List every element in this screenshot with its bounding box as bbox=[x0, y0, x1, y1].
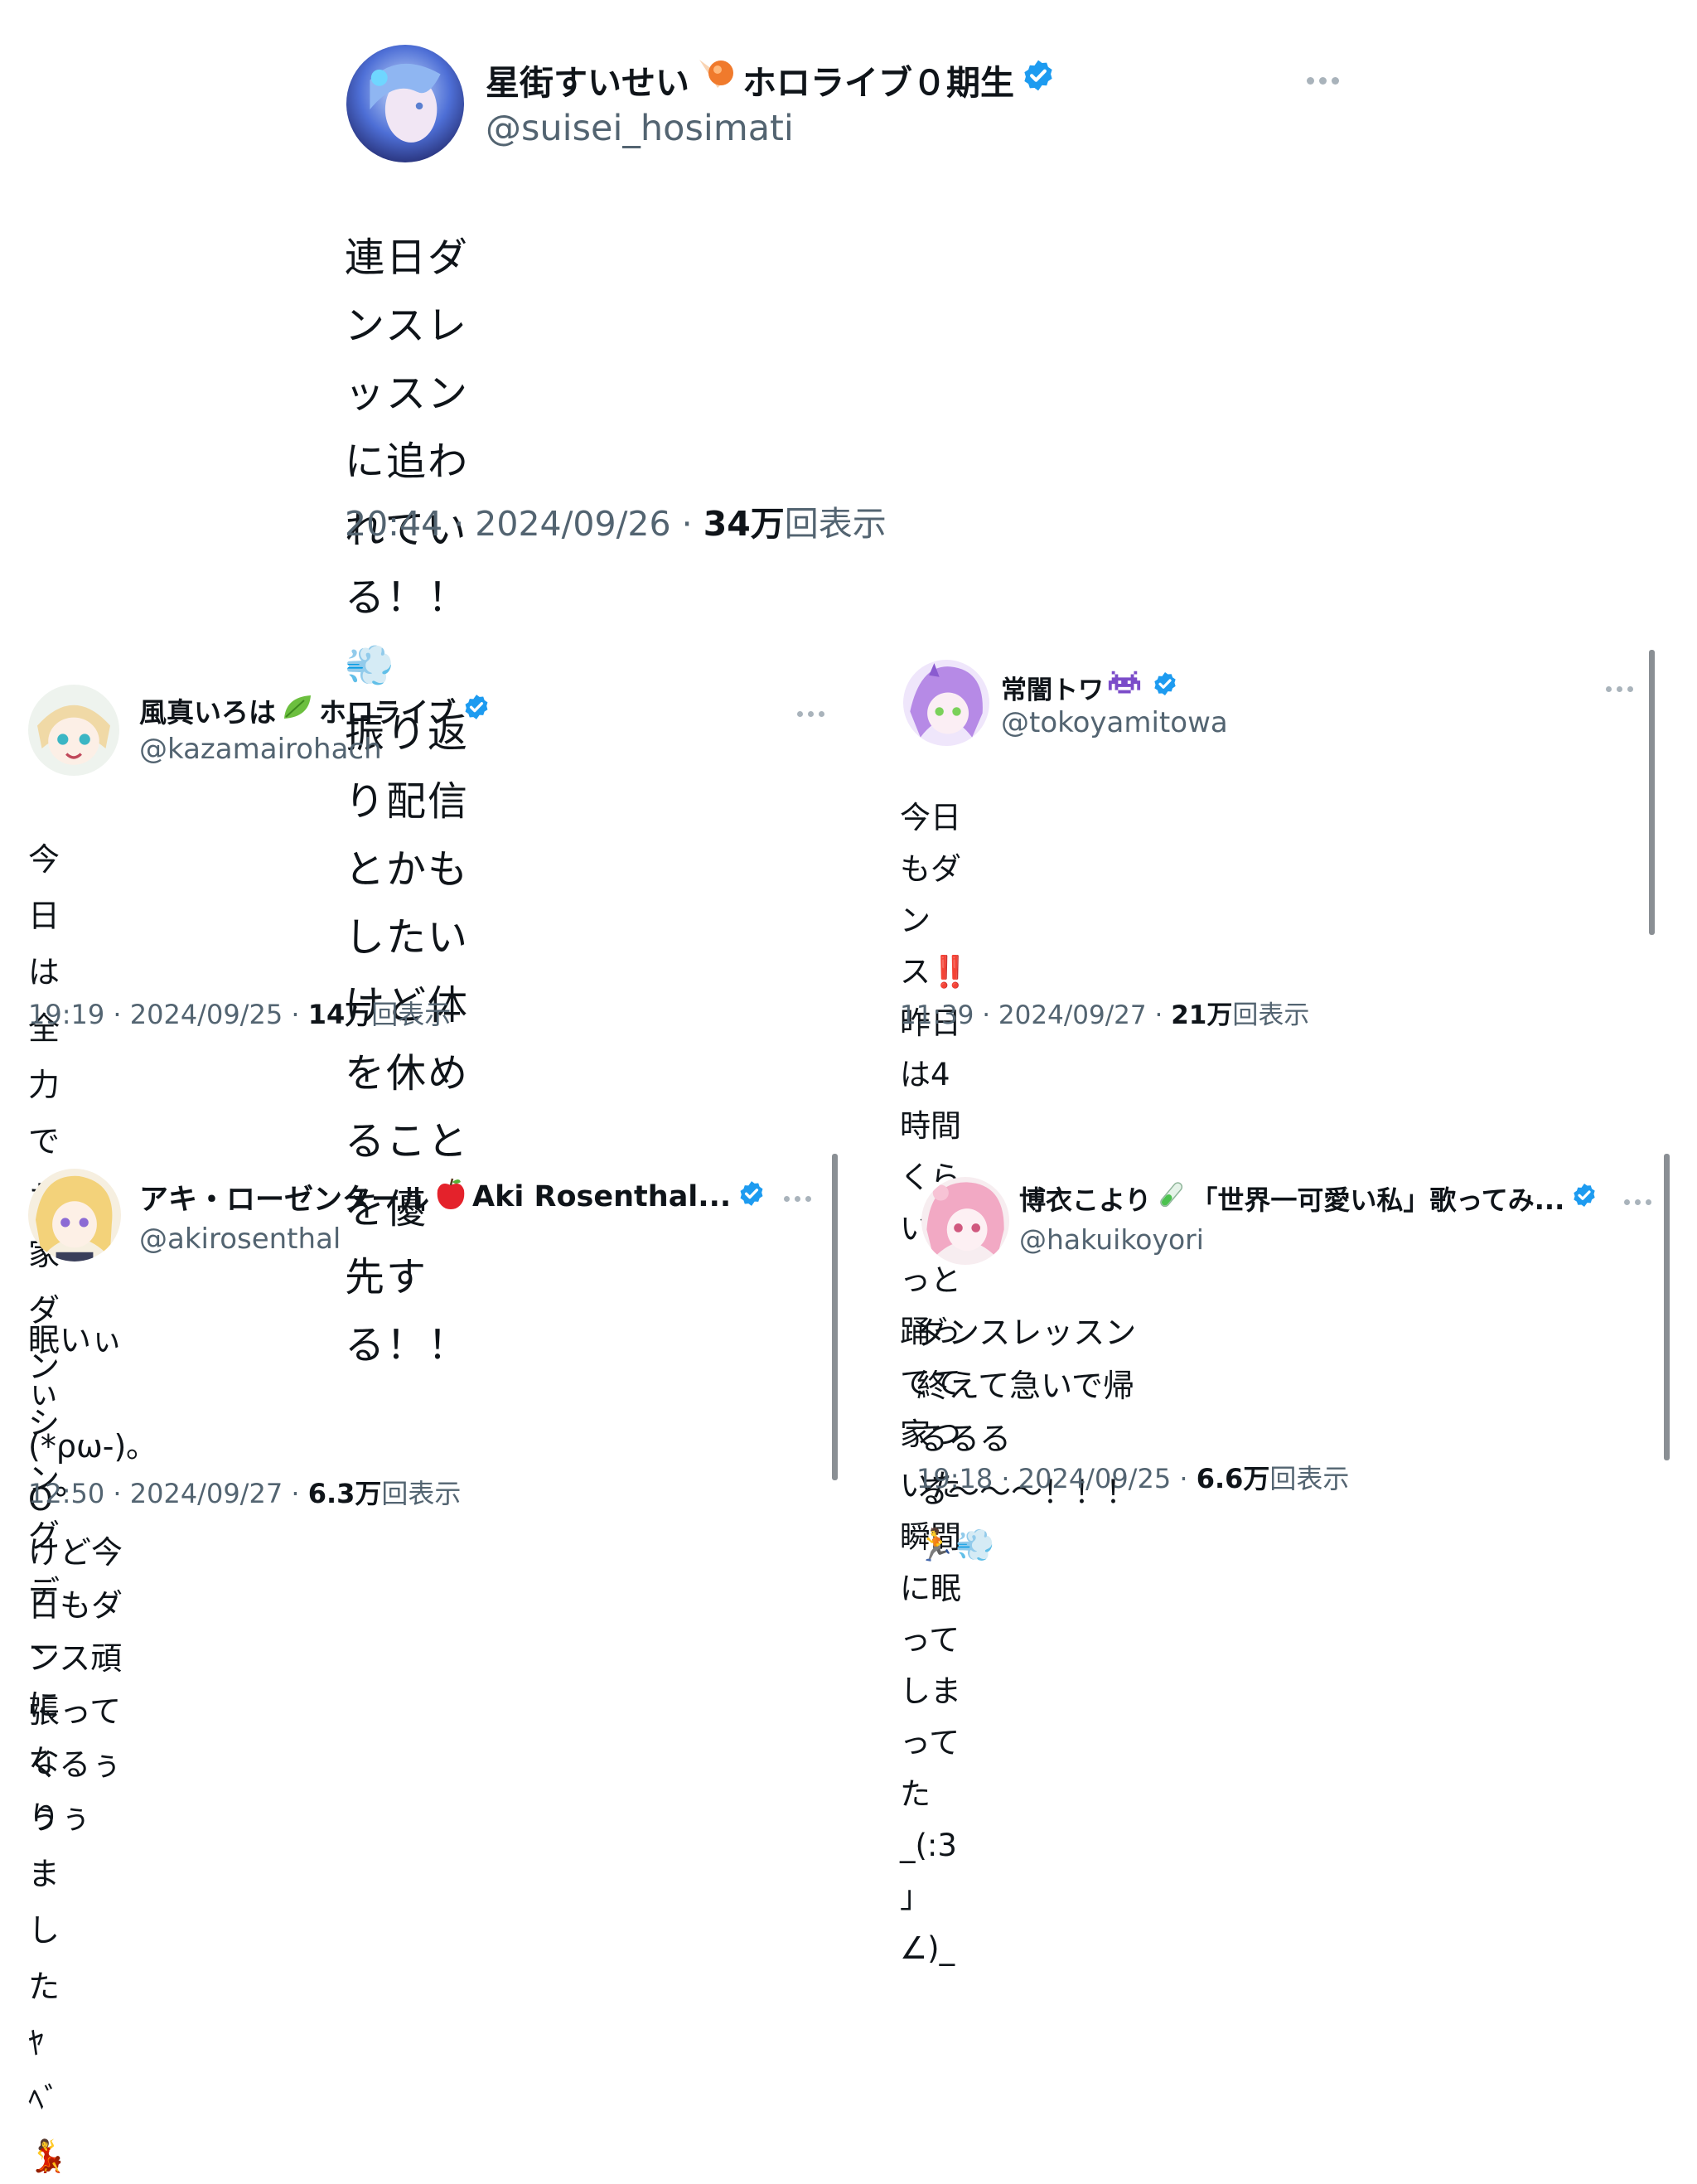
divider-line bbox=[1649, 650, 1655, 935]
verified-badge-icon bbox=[1571, 1182, 1598, 1215]
more-options-icon[interactable] bbox=[797, 711, 824, 717]
tweet-meta: 12:50 · 2024/09/27 · 6.3万回表示 bbox=[28, 1478, 462, 1509]
handle[interactable]: @akirosenthal bbox=[139, 1223, 341, 1256]
divider-line bbox=[1664, 1154, 1670, 1460]
view-count-label: 回表示 bbox=[1269, 1463, 1350, 1494]
avatar-iroha[interactable] bbox=[28, 685, 119, 776]
tweet-meta: 11:39 · 2024/09/27 · 21万回表示 bbox=[900, 1000, 1310, 1030]
tweet-date[interactable]: 2024/09/25 bbox=[1018, 1463, 1171, 1494]
tweet-body: ダンスレッスン終えて急いで帰るるる る〜〜〜！！！🏃💨 bbox=[916, 1315, 1138, 1563]
display-name: 風真いろは bbox=[139, 696, 276, 729]
apple-emoji-icon bbox=[433, 1175, 469, 1219]
display-name: 星街すいせい bbox=[486, 63, 689, 103]
display-name-row[interactable]: 常闇トワ bbox=[1001, 670, 1178, 705]
tweet-time[interactable]: 19:18 bbox=[916, 1463, 993, 1494]
tweet-time[interactable]: 20:44 bbox=[345, 504, 442, 544]
tweet-meta: 20:44 · 2024/09/26 · 34万回表示 bbox=[345, 504, 887, 544]
tweet-time[interactable]: 12:50 bbox=[28, 1478, 104, 1509]
display-name-suffix: 「世界一可愛い私」歌ってみ... bbox=[1191, 1184, 1565, 1216]
display-name-row[interactable]: 博衣こより 「世界一可愛い私」歌ってみ... bbox=[1019, 1180, 1598, 1217]
view-count: 21万 bbox=[1171, 1000, 1233, 1030]
display-name-suffix: Aki Rosenthal... bbox=[472, 1180, 732, 1213]
display-name-row[interactable]: 風真いろは ホロライブ bbox=[139, 692, 491, 729]
handle[interactable]: @hakuikoyori bbox=[1019, 1223, 1204, 1256]
view-count: 6.3万 bbox=[307, 1478, 382, 1509]
display-name: アキ・ローゼンタール bbox=[139, 1183, 430, 1217]
tweet-meta: 19:18 · 2024/09/25 · 6.6万回表示 bbox=[916, 1463, 1350, 1494]
tweet-date[interactable]: 2024/09/26 bbox=[475, 504, 670, 544]
display-name: 常闇トワ bbox=[1001, 675, 1104, 705]
display-name-row[interactable]: アキ・ローゼンタール Aki Rosenthal... bbox=[139, 1177, 766, 1217]
handle[interactable]: @tokoyamitowa bbox=[1001, 706, 1228, 739]
tweet-date[interactable]: 2024/09/25 bbox=[130, 999, 283, 1030]
tweet-meta: 19:19 · 2024/09/25 · 14万回表示 bbox=[28, 999, 452, 1030]
more-options-icon[interactable] bbox=[1624, 1199, 1651, 1205]
more-options-icon[interactable] bbox=[1606, 686, 1633, 692]
verified-badge-icon bbox=[737, 1179, 766, 1215]
handle[interactable]: @kazamairohach bbox=[139, 733, 382, 766]
view-count-label: 回表示 bbox=[784, 504, 887, 544]
tweet-date[interactable]: 2024/09/27 bbox=[998, 1000, 1147, 1030]
leaf-emoji-icon bbox=[279, 690, 316, 730]
test-tube-emoji-icon bbox=[1154, 1179, 1187, 1218]
avatar-koyori[interactable] bbox=[921, 1177, 1009, 1265]
view-count: 14万 bbox=[307, 999, 372, 1030]
tweet-time[interactable]: 11:39 bbox=[900, 1000, 974, 1030]
handle[interactable]: @suisei_hosimati bbox=[486, 108, 794, 149]
view-count-label: 回表示 bbox=[371, 999, 452, 1030]
tweet-body: 眠いぃぃ(*ρω-)｡O° けど今日もダンス頑張ってくるぅぅぅ bbox=[28, 1322, 143, 1836]
view-count: 34万 bbox=[703, 504, 785, 544]
verified-badge-icon bbox=[1152, 671, 1178, 704]
tweet-date[interactable]: 2024/09/27 bbox=[130, 1478, 283, 1509]
tweet-time[interactable]: 19:19 bbox=[28, 999, 104, 1030]
view-count-label: 回表示 bbox=[381, 1478, 462, 1509]
divider-line bbox=[832, 1154, 838, 1480]
verified-badge-icon bbox=[1021, 58, 1056, 101]
display-name-suffix: ホロライブ bbox=[319, 696, 456, 729]
verified-badge-icon bbox=[462, 693, 491, 728]
display-name-row[interactable]: 星街すいせい ホロライブ０期生 bbox=[486, 55, 1056, 104]
more-options-icon[interactable] bbox=[1307, 77, 1339, 85]
avatar-aki[interactable] bbox=[28, 1169, 121, 1261]
comet-emoji-icon bbox=[693, 55, 739, 104]
view-count-label: 回表示 bbox=[1232, 1000, 1310, 1030]
avatar-suisei[interactable] bbox=[346, 45, 464, 162]
display-name: 博衣こより bbox=[1019, 1184, 1152, 1216]
alien-monster-emoji-icon bbox=[1107, 670, 1142, 705]
view-count: 6.6万 bbox=[1196, 1463, 1270, 1494]
more-options-icon[interactable] bbox=[784, 1196, 811, 1202]
display-name-suffix: ホロライブ０期生 bbox=[742, 63, 1014, 103]
avatar-towa[interactable] bbox=[903, 660, 989, 746]
